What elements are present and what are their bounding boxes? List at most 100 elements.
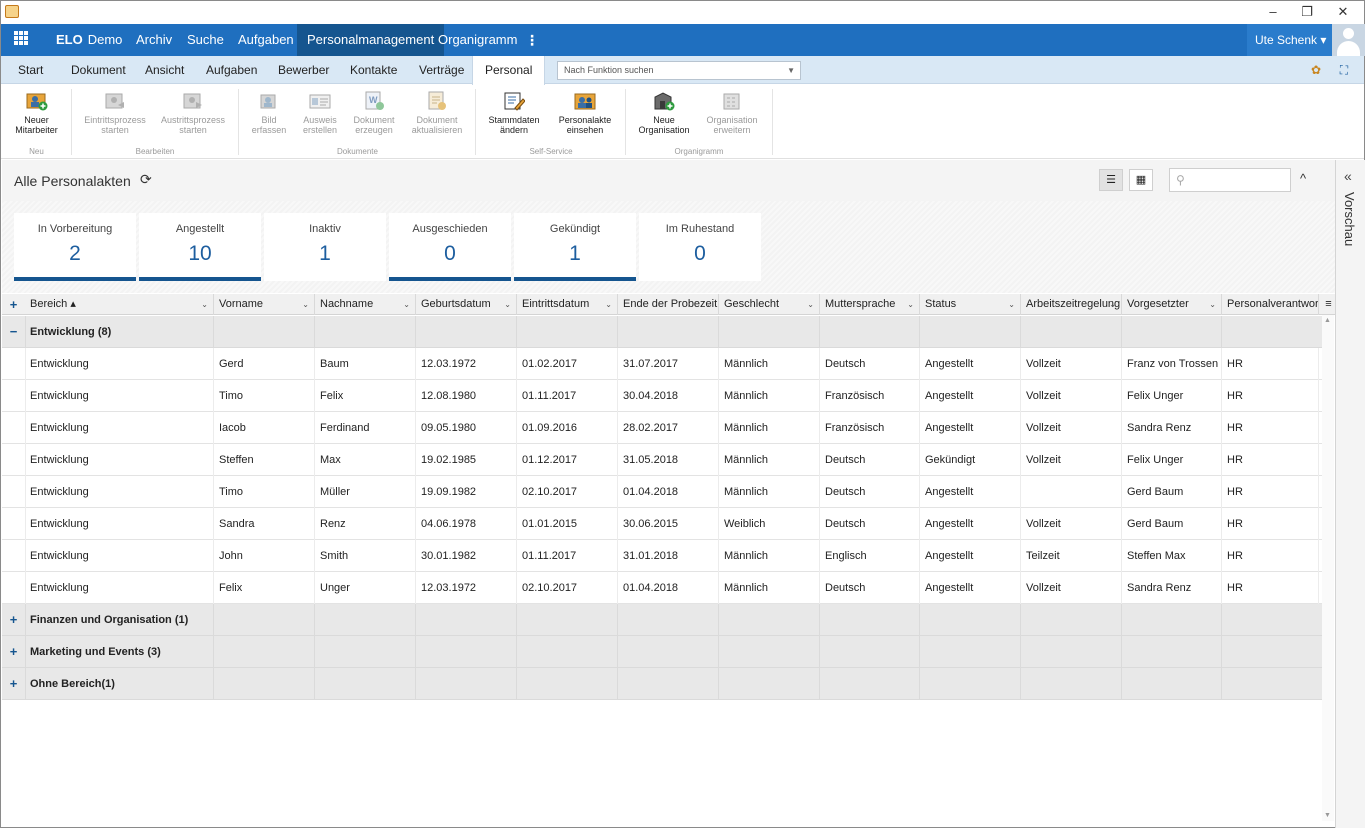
group-row[interactable]: + Finanzen und Organisation (1)	[2, 604, 1322, 636]
status-tile[interactable]: Inaktiv 1	[264, 213, 386, 281]
column-header[interactable]: Muttersprache ⌄	[820, 294, 920, 315]
chevron-down-icon[interactable]: ⌄	[201, 294, 208, 315]
tab-start[interactable]: Start	[6, 56, 55, 84]
table-cell: 02.10.2017	[517, 476, 618, 508]
status-tile[interactable]: Im Ruhestand 0	[639, 213, 761, 281]
nav-suche[interactable]: Suche	[177, 24, 234, 56]
scroll-down-icon[interactable]: ▼	[1324, 812, 1331, 819]
tab-bewerber[interactable]: Bewerber	[266, 56, 341, 84]
new-employee-button[interactable]: Neuer Mitarbeiter	[9, 91, 64, 135]
nav-organigramm[interactable]: Organigramm	[428, 24, 527, 56]
table-row[interactable]: Entwicklung John Smith 30.01.1982 01.11.2017…	[2, 540, 1322, 572]
table-cell: Gerd	[214, 348, 315, 380]
column-header[interactable]: Vorgesetzter ⌄	[1122, 294, 1222, 315]
table-row[interactable]: Entwicklung Timo Müller 19.09.1982 02.10.201…	[2, 476, 1322, 508]
table-cell: HR	[1222, 572, 1319, 604]
column-header[interactable]: Geschlecht ⌄	[719, 294, 820, 315]
column-menu-icon[interactable]: ≡	[1322, 294, 1335, 315]
more-menu-icon[interactable]: ⋮	[525, 24, 539, 56]
table-row[interactable]: Entwicklung Felix Unger 12.03.1972 02.10.201…	[2, 572, 1322, 604]
tab-aufgaben[interactable]: Aufgaben	[194, 56, 269, 84]
view-personnel-file-button[interactable]: Personalakte einsehen	[553, 91, 617, 135]
restore-button[interactable]: ❐	[1292, 3, 1322, 21]
group-row[interactable]: + Ohne Bereich(1)	[2, 668, 1322, 700]
column-header[interactable]: Eintrittsdatum ⌄	[517, 294, 618, 315]
function-search-dropdown[interactable]: Nach Funktion suchen ▼	[557, 61, 801, 80]
table-row[interactable]: Entwicklung Gerd Baum 12.03.1972 01.02.2017 3…	[2, 348, 1322, 380]
chevron-down-icon[interactable]: ⌄	[807, 294, 814, 315]
collapse-header-icon[interactable]: ^	[1300, 171, 1306, 186]
table-cell: 09.05.1980	[416, 412, 517, 444]
user-menu[interactable]: Ute Schenk ▾	[1247, 24, 1332, 56]
table-row[interactable]: Entwicklung Iacob Ferdinand 09.05.1980 01.09…	[2, 412, 1322, 444]
tab-kontakte[interactable]: Kontakte	[338, 56, 409, 84]
app-grid-icon[interactable]	[5, 24, 37, 56]
column-header[interactable]: Bereich ▴ ⌄	[25, 294, 214, 315]
avatar[interactable]	[1332, 24, 1365, 56]
expand-group-icon[interactable]: +	[2, 668, 25, 700]
table-cell: Vollzeit	[1021, 572, 1122, 604]
grid-scrollbar[interactable]: ▲ ▼	[1322, 315, 1334, 821]
chevron-down-icon[interactable]: ⌄	[1209, 294, 1216, 315]
brand[interactable]: ELO Demo	[56, 24, 122, 56]
new-organization-button[interactable]: Neue Organisation	[635, 91, 693, 135]
group-row[interactable]: + Marketing und Events (3)	[2, 636, 1322, 668]
chevron-down-icon[interactable]: ⌄	[1109, 294, 1116, 315]
close-button[interactable]: ✕	[1328, 3, 1358, 21]
tips-icon[interactable]: ✿	[1308, 62, 1324, 78]
status-tile[interactable]: In Vorbereitung 2	[14, 213, 136, 281]
preview-panel[interactable]: « Vorschau	[1335, 160, 1365, 828]
expand-all-icon[interactable]: +	[2, 294, 25, 315]
tab-vertraege[interactable]: Verträge	[407, 56, 476, 84]
edit-master-data-label-1: Stammdaten	[488, 115, 540, 125]
fullscreen-icon[interactable]: ⛶	[1336, 62, 1352, 78]
chevron-down-icon[interactable]: ⌄	[706, 294, 713, 315]
start-entry-process-button[interactable]: Eintrittsprozess starten	[81, 91, 149, 135]
table-row[interactable]: Entwicklung Steffen Max 19.02.1985 01.12.201…	[2, 444, 1322, 476]
nav-aufgaben[interactable]: Aufgaben	[228, 24, 304, 56]
column-header[interactable]: Vorname ⌄	[214, 294, 315, 315]
table-row[interactable]: Entwicklung Timo Felix 12.08.1980 01.11.2017…	[2, 380, 1322, 412]
table-cell: Max	[315, 444, 416, 476]
expand-group-icon[interactable]: +	[2, 604, 25, 636]
column-header[interactable]: Geburtsdatum ⌄	[416, 294, 517, 315]
chevron-down-icon[interactable]: ⌄	[302, 294, 309, 315]
tab-ansicht[interactable]: Ansicht	[133, 56, 196, 84]
update-document-button[interactable]: Dokument aktualisieren	[407, 91, 467, 135]
nav-personalmanagement[interactable]: Personalmanagement	[297, 24, 445, 56]
column-header[interactable]: Nachname ⌄	[315, 294, 416, 315]
chevron-down-icon[interactable]: ⌄	[605, 294, 612, 315]
extend-organization-button[interactable]: Organisation erweitern	[701, 91, 763, 135]
expand-group-icon[interactable]: +	[2, 636, 25, 668]
expand-preview-icon[interactable]: «	[1344, 168, 1352, 184]
chevron-down-icon[interactable]: ⌄	[1008, 294, 1015, 315]
chevron-down-icon[interactable]: ⌄	[403, 294, 410, 315]
generate-document-button[interactable]: W Dokument erzeugen	[350, 91, 398, 135]
refresh-icon[interactable]: ⟳	[140, 171, 152, 188]
nav-archiv[interactable]: Archiv	[126, 24, 182, 56]
table-row[interactable]: Entwicklung Sandra Renz 04.06.1978 01.01.201…	[2, 508, 1322, 540]
column-header[interactable]: Personalverantwor...	[1222, 294, 1319, 315]
start-exit-process-button[interactable]: Austrittsprozess starten	[159, 91, 227, 135]
collapse-group-icon[interactable]: −	[2, 316, 25, 348]
chevron-down-icon[interactable]: ⌄	[504, 294, 511, 315]
status-tiles: In Vorbereitung 2 Angestellt 10 Inaktiv 1 Ausg…	[2, 201, 1335, 293]
table-view-icon[interactable]: ▦	[1129, 169, 1153, 191]
capture-photo-button[interactable]: Bild erfassen	[248, 91, 290, 135]
status-tile[interactable]: Gekündigt 1	[514, 213, 636, 281]
column-header[interactable]: Status ⌄	[920, 294, 1021, 315]
chevron-down-icon[interactable]: ⌄	[907, 294, 914, 315]
create-id-card-button[interactable]: Ausweis erstellen	[298, 91, 342, 135]
tab-dokument[interactable]: Dokument	[59, 56, 138, 84]
tab-personal[interactable]: Personal	[472, 56, 546, 85]
search-input[interactable]: ⚲	[1169, 168, 1291, 192]
edit-master-data-button[interactable]: Stammdaten ändern	[485, 91, 543, 135]
status-tile[interactable]: Angestellt 10	[139, 213, 261, 281]
list-view-icon[interactable]: ☰	[1099, 169, 1123, 191]
column-header[interactable]: Arbeitszeitregelung ⌄	[1021, 294, 1122, 315]
status-tile[interactable]: Ausgeschieden 0	[389, 213, 511, 281]
minimize-button[interactable]: –	[1258, 3, 1288, 21]
scroll-up-icon[interactable]: ▲	[1324, 317, 1331, 324]
group-row[interactable]: − Entwicklung (8)	[2, 316, 1322, 348]
column-header[interactable]: Ende der Probezeit ⌄	[618, 294, 719, 315]
